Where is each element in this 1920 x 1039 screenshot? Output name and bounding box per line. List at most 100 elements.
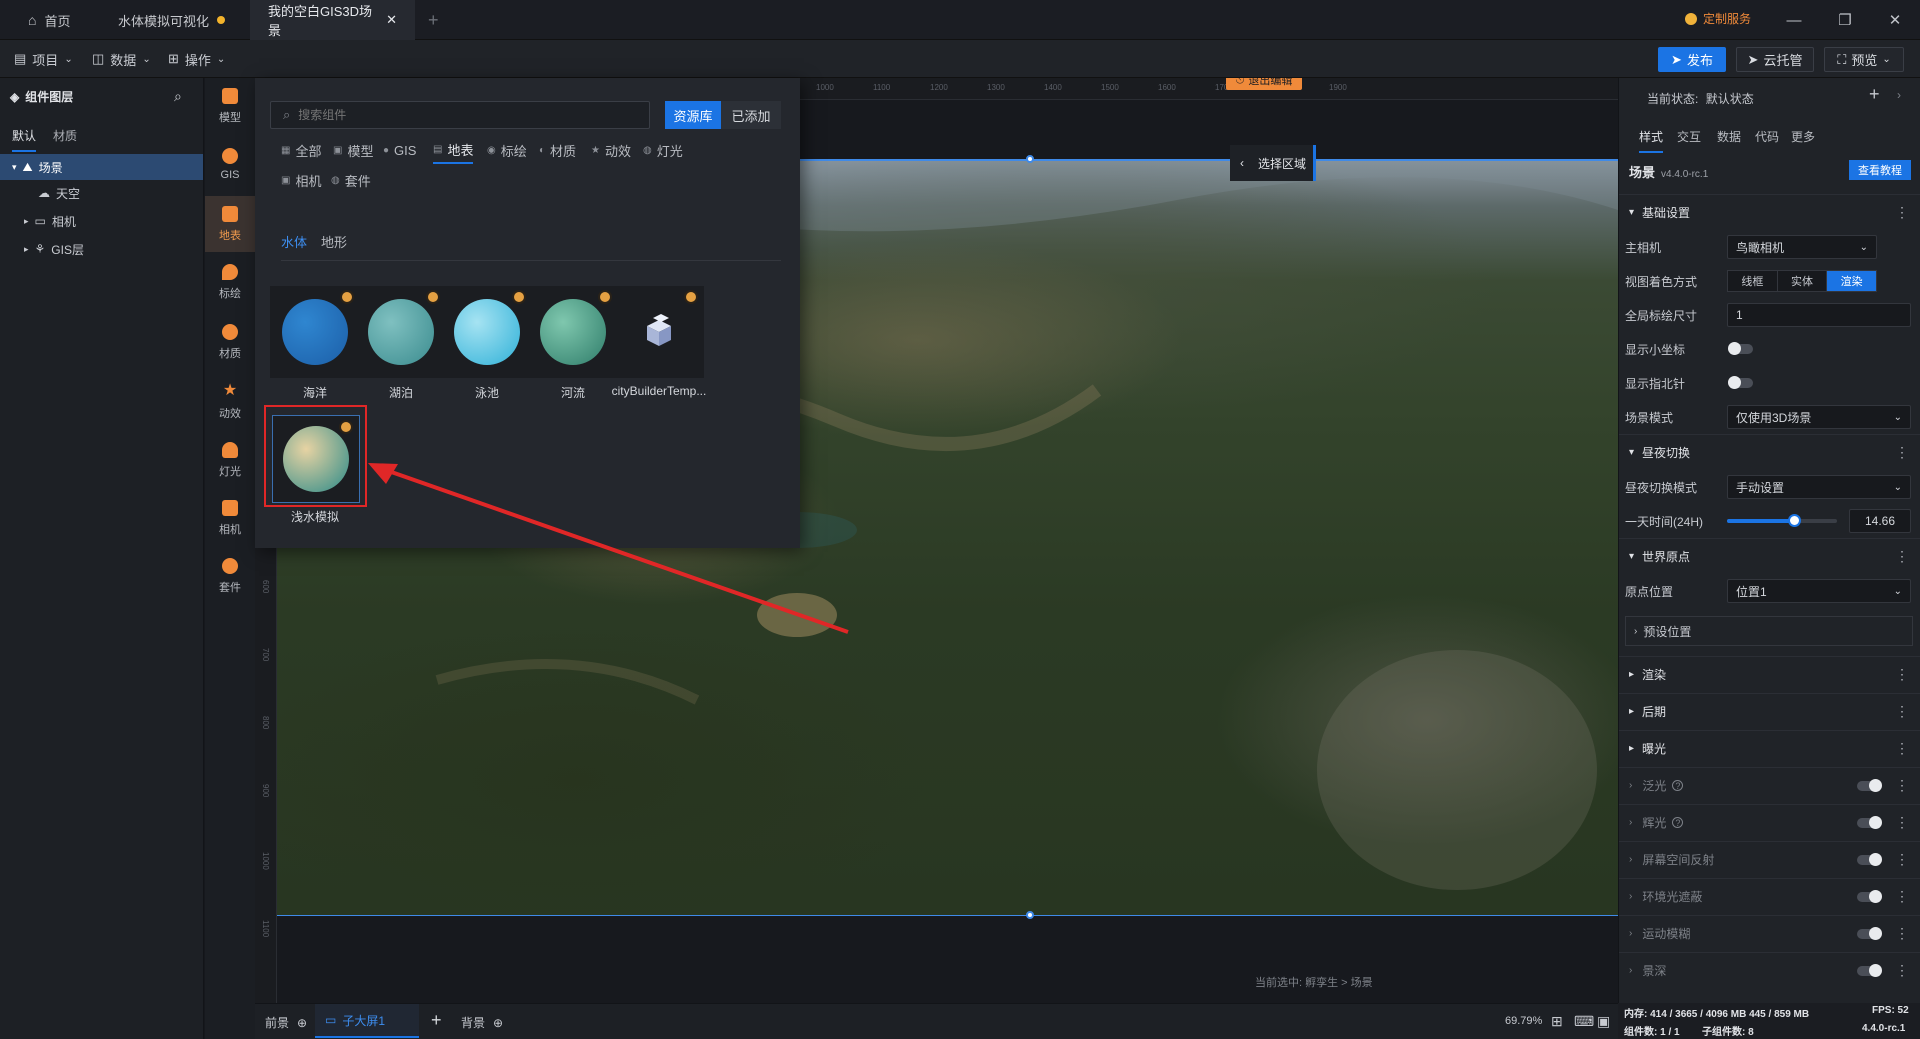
effect-row[interactable]: › 景深 ⋮ [1619, 952, 1920, 988]
custom-service[interactable]: 定制服务 [1685, 10, 1751, 27]
more-icon[interactable]: ⋮ [1895, 548, 1909, 565]
daynight-mode-select[interactable]: 手动设置 ⌄ [1727, 475, 1911, 499]
panel-tab[interactable]: 代码 [1755, 128, 1779, 151]
effect-toggle[interactable] [1857, 815, 1882, 829]
category-camera[interactable]: 相机 [205, 490, 255, 546]
more-icon[interactable]: ⋮ [1895, 814, 1909, 831]
cloud-host-button[interactable]: ➤ 云托管 [1736, 47, 1814, 72]
chevron-right-icon[interactable]: › [1897, 88, 1901, 102]
section-basic[interactable]: ▾ 基础设置 ⋮ [1619, 194, 1920, 230]
tree-item-sky[interactable]: ☁ 天空 [0, 180, 203, 206]
category-marker[interactable]: 标绘 [205, 254, 255, 310]
scene-mode-select[interactable]: 仅使用3D场景 ⌄ [1727, 405, 1911, 429]
category-tab[interactable]: ◐ 材质 [539, 136, 576, 164]
resource-card[interactable] [528, 286, 618, 378]
panel-tab[interactable]: 样式 [1639, 128, 1664, 153]
tab-water-sim[interactable]: 水体模拟可视化 [100, 0, 243, 40]
restore-icon[interactable]: ❐ [1822, 0, 1868, 40]
add-circle-icon[interactable]: ⊕ [493, 1016, 503, 1030]
section-daynight[interactable]: ▾ 昼夜切换 ⋮ [1619, 434, 1920, 470]
category-tab[interactable]: ▤ 地表 [433, 136, 474, 164]
time-slider-handle[interactable] [1788, 514, 1802, 527]
added-button[interactable]: 已添加 [721, 101, 781, 129]
section-world-origin[interactable]: ▾ 世界原点 ⋮ [1619, 538, 1920, 574]
effect-row[interactable]: › 屏幕空间反射 ⋮ [1619, 841, 1920, 877]
more-icon[interactable]: ⋮ [1895, 962, 1909, 979]
keyboard-icon[interactable]: ⌨ [1574, 1013, 1594, 1030]
exit-edit-button[interactable]: ⎋ 退出编辑 [1226, 78, 1302, 90]
state-value[interactable]: 默认状态 [1706, 92, 1754, 106]
more-icon[interactable]: ⋮ [1895, 851, 1909, 868]
category-tab[interactable]: ◍ 套件 [331, 166, 371, 194]
panel-tab[interactable]: 交互 [1677, 128, 1701, 151]
help-icon[interactable]: ? [1672, 817, 1684, 828]
section-post[interactable]: ▸ 后期 ⋮ [1619, 693, 1920, 729]
panel-tab[interactable]: 数据 [1717, 128, 1741, 151]
search-icon[interactable]: ⌕ [174, 88, 182, 105]
category-tab[interactable]: ◉ 标绘 [487, 136, 527, 164]
origin-pos-select[interactable]: 位置1 ⌄ [1727, 579, 1911, 603]
zoom-level[interactable]: 69.79% [1505, 1015, 1542, 1027]
effect-toggle[interactable] [1857, 926, 1882, 940]
view-color-render[interactable]: 渲染 [1827, 271, 1877, 291]
tree-item-gis[interactable]: ▸ ⚘ GIS层 [0, 236, 203, 262]
view-color-solid[interactable]: 实体 [1777, 271, 1828, 291]
minimize-icon[interactable]: — [1771, 0, 1817, 40]
terminal-icon[interactable]: ▣ [1597, 1013, 1610, 1030]
front-layer[interactable]: 前景 ⊕ [265, 1014, 307, 1031]
more-icon[interactable]: ⋮ [1895, 888, 1909, 905]
category-tab[interactable]: ◍ 灯光 [643, 136, 683, 164]
resize-handle[interactable] [1026, 155, 1034, 163]
category-light[interactable]: 灯光 [205, 432, 255, 488]
effect-row[interactable]: › 运动模糊 ⋮ [1619, 915, 1920, 951]
category-gis[interactable]: GIS [205, 136, 255, 192]
resource-card[interactable] [442, 286, 532, 378]
resource-card[interactable] [270, 286, 360, 378]
search-box[interactable]: ⌕ [270, 101, 650, 129]
more-icon[interactable]: ⋮ [1895, 925, 1909, 942]
category-material[interactable]: 材质 [205, 314, 255, 370]
show-axis-toggle[interactable] [1728, 342, 1753, 355]
section-exposure[interactable]: ▸ 曝光 ⋮ [1619, 730, 1920, 766]
more-icon[interactable]: ⋮ [1895, 703, 1909, 720]
tree-item-scene[interactable]: ▾ ⛰ 场景 [0, 154, 203, 180]
select-area-panel[interactable]: ‹ 选择区域 [1230, 145, 1316, 181]
more-icon[interactable]: ⋮ [1895, 444, 1909, 461]
fit-screen-icon[interactable]: ⊞ [1551, 1013, 1563, 1030]
category-effect[interactable]: ★ 动效 [205, 372, 255, 428]
subtab-water[interactable]: 水体 [281, 232, 307, 251]
time-slider[interactable] [1727, 514, 1837, 527]
tree-item-camera[interactable]: ▸ ▭ 相机 [0, 208, 203, 234]
resource-card[interactable] [356, 286, 446, 378]
effect-toggle[interactable] [1857, 963, 1882, 977]
category-tab[interactable]: ▣ 模型 [333, 136, 373, 164]
layer-tab-material[interactable]: 材质 [53, 127, 77, 144]
effect-toggle[interactable] [1857, 778, 1882, 792]
tab-gis3d-scene[interactable]: 我的空白GIS3D场景 ✕ [250, 0, 415, 40]
layer-tab-default[interactable]: 默认 [12, 127, 37, 152]
window-close-icon[interactable]: ✕ [1872, 0, 1918, 40]
effect-row[interactable]: › 辉光? ⋮ [1619, 804, 1920, 840]
view-color-wireframe[interactable]: 线框 [1728, 271, 1778, 291]
resource-card[interactable] [614, 286, 704, 378]
effect-row[interactable]: › 环境光遮蔽 ⋮ [1619, 878, 1920, 914]
category-tab[interactable]: ▣ 相机 [281, 166, 321, 194]
time-input[interactable]: 14.66 [1849, 509, 1911, 533]
publish-button[interactable]: ➤ 发布 [1658, 47, 1726, 72]
preset-position[interactable]: › 预设位置 [1625, 616, 1913, 646]
menu-operate[interactable]: ⊞ 操作 ⌄ [168, 40, 225, 78]
effect-toggle[interactable] [1857, 852, 1882, 866]
global-scale-input[interactable]: 1 [1727, 303, 1911, 327]
panel-tab[interactable]: 更多 [1791, 128, 1815, 151]
effect-row[interactable]: › 泛光? ⋮ [1619, 767, 1920, 803]
more-icon[interactable]: ⋮ [1895, 666, 1909, 683]
menu-data[interactable]: ◫ 数据 ⌄ [92, 40, 151, 78]
menu-project[interactable]: ▤ 项目 ⌄ [14, 40, 73, 78]
more-icon[interactable]: ⋮ [1895, 777, 1909, 794]
resize-handle[interactable] [1026, 911, 1034, 919]
close-icon[interactable]: ✕ [386, 12, 397, 28]
help-icon[interactable]: ? [1672, 780, 1684, 791]
library-button[interactable]: 资源库 [665, 101, 721, 129]
effect-toggle[interactable] [1857, 889, 1882, 903]
search-input[interactable] [298, 108, 599, 122]
